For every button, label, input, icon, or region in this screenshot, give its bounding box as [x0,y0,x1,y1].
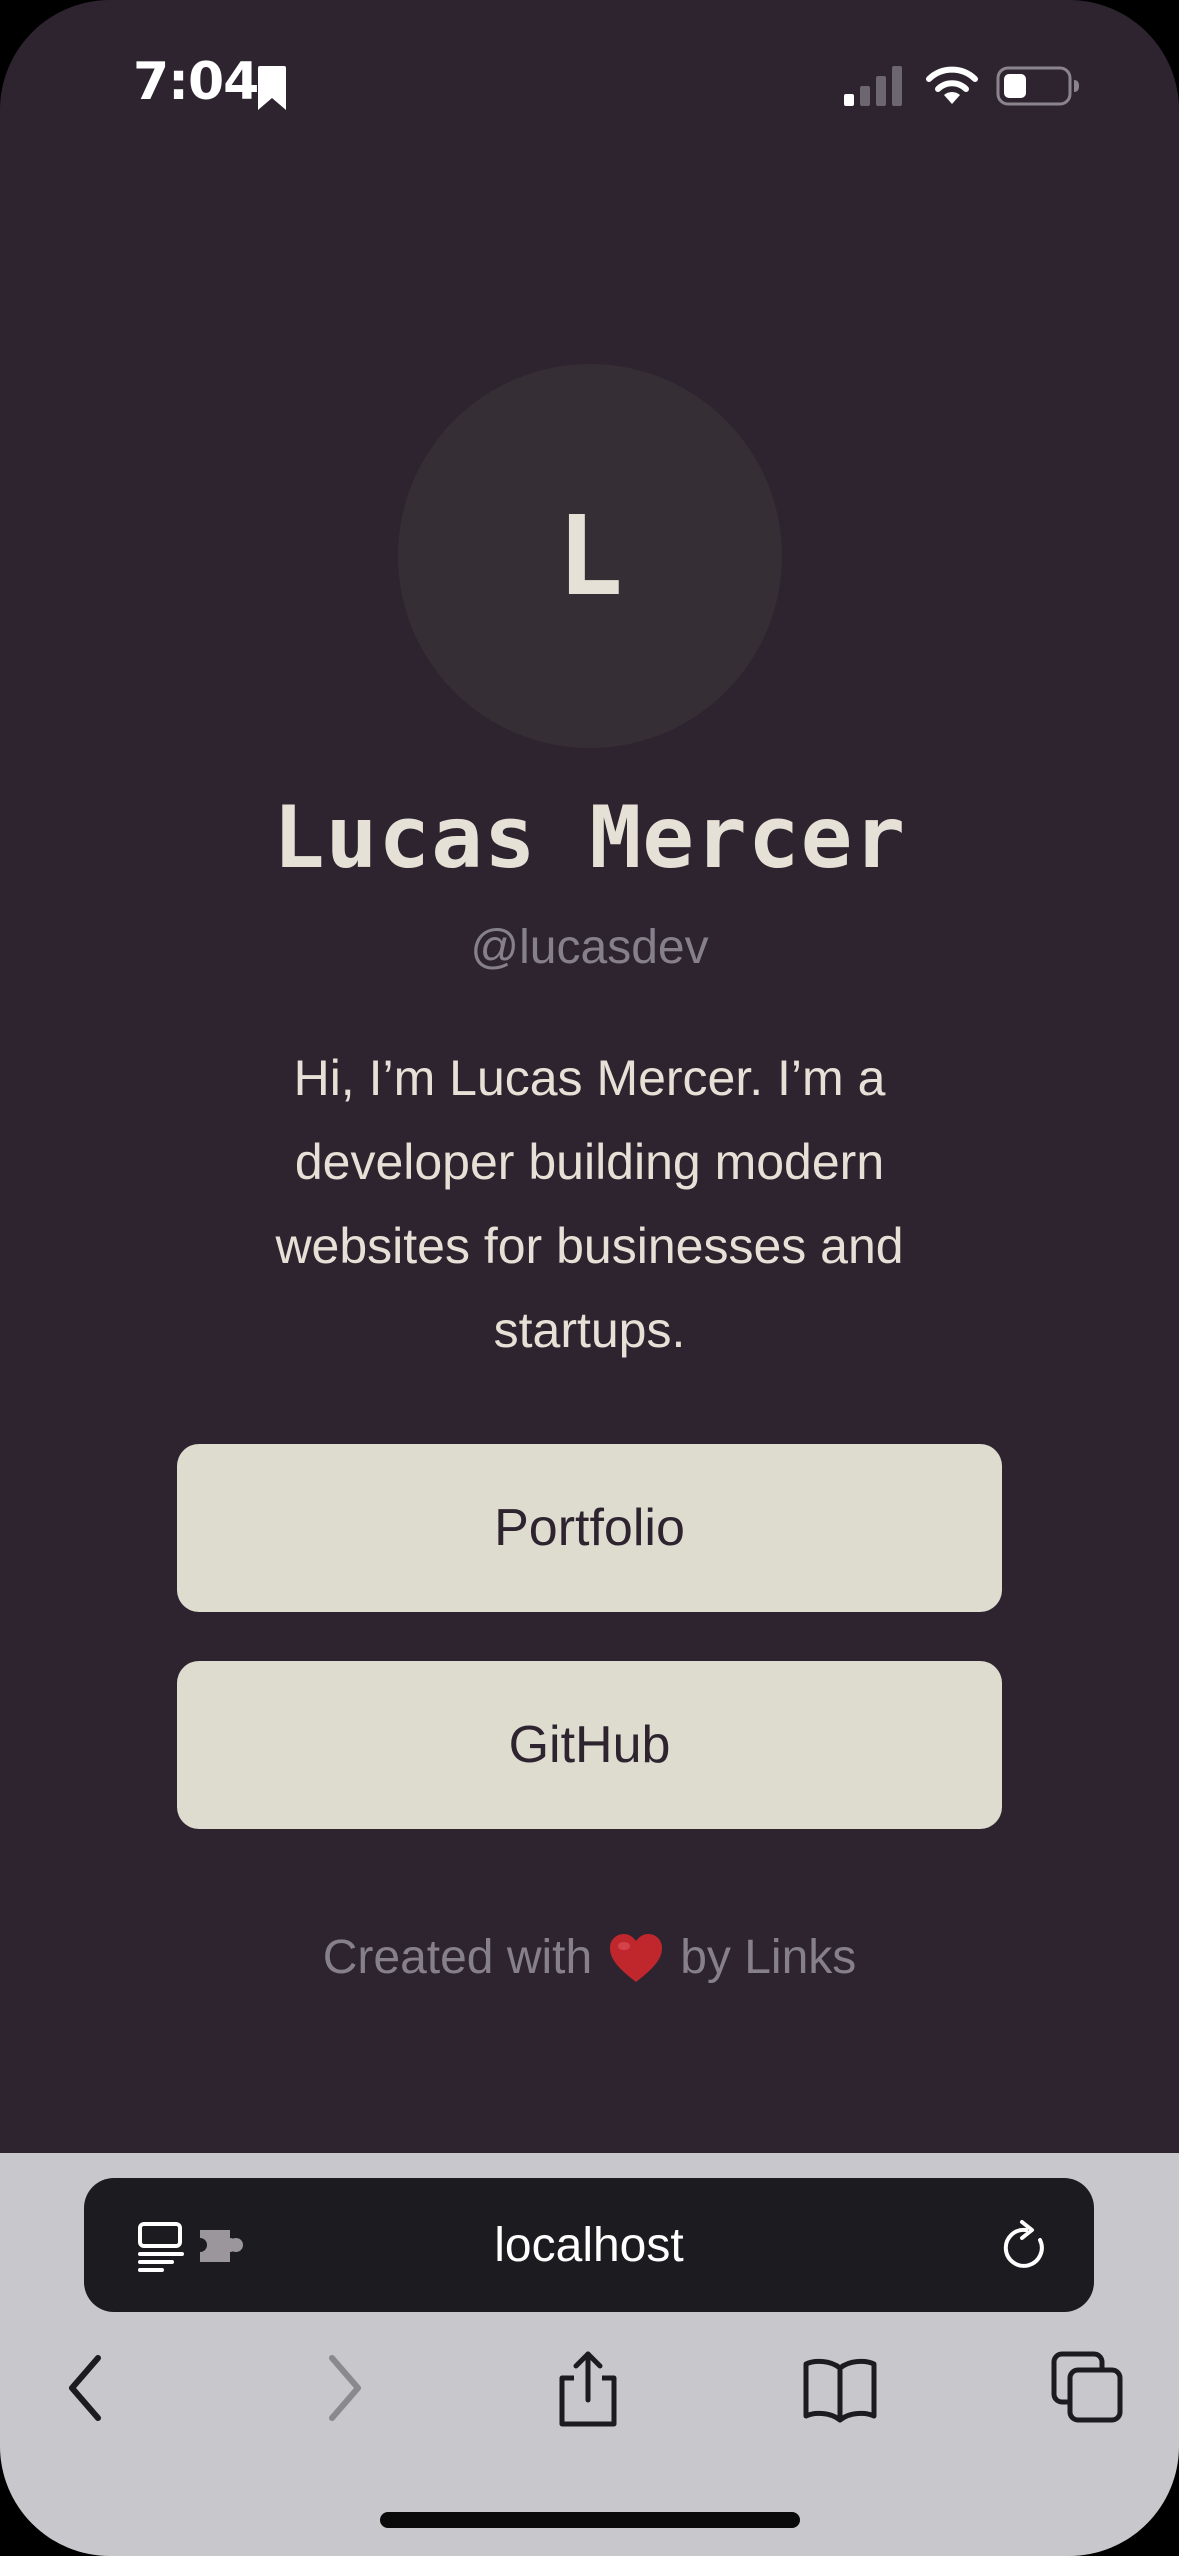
cellular-signal-icon [844,66,902,106]
avatar: L [398,364,782,748]
back-icon[interactable] [48,2348,128,2428]
forward-icon[interactable] [302,2348,382,2428]
extension-icon[interactable] [196,2226,248,2266]
page-menu-icon[interactable] [136,2220,188,2274]
status-time: 7:04 [133,52,259,112]
bookmarks-icon[interactable] [800,2348,880,2428]
bookmark-icon [258,66,286,110]
profile-bio: Hi, I’m Lucas Mercer. I’m a developer bu… [275,1050,904,1358]
phone-screen: 7:04 L Lucas Mercer @lucasdev Hi, I’m Lu… [0,0,1179,2556]
profile-name: Lucas Mercer [272,788,907,888]
footer-suffix: by Links [680,1931,857,1984]
portfolio-link-button[interactable]: Portfolio [177,1444,1002,1612]
wifi-icon [926,66,978,104]
reload-icon[interactable] [1000,2220,1052,2276]
footer-prefix: Created with [322,1931,593,1984]
tabs-icon[interactable] [1048,2348,1128,2428]
avatar-initial: L [556,492,624,620]
status-bar: 7:04 [0,0,1179,175]
profile-handle: @lucasdev [470,921,709,974]
share-icon[interactable] [548,2348,628,2428]
heart-icon [610,1933,663,1982]
address-bar[interactable]: localhost [84,2178,1094,2312]
home-indicator [380,2512,800,2528]
footer-credit: Created with by Links [0,1930,1179,1985]
github-link-button[interactable]: GitHub [177,1661,1002,1829]
battery-icon [996,66,1079,106]
